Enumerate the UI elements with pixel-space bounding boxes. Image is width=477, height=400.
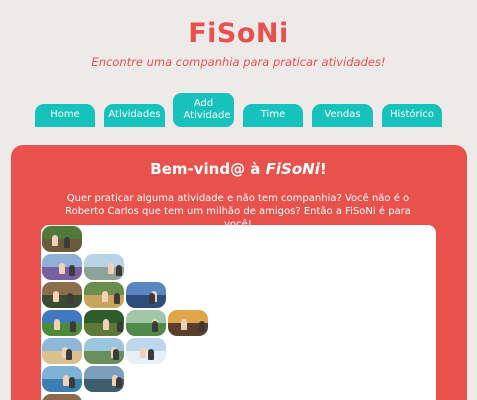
- tab-vendas-label: Vendas: [324, 109, 361, 121]
- photo-river-rafting[interactable]: [42, 394, 82, 400]
- photo-sunset-group[interactable]: [168, 310, 208, 336]
- tab-historico-label: Histórico: [389, 109, 435, 121]
- photo-runners[interactable]: [84, 254, 124, 280]
- welcome-brand: FiSoNi: [265, 160, 320, 178]
- site-logo[interactable]: FiSoNi: [0, 18, 477, 49]
- tab-atividades-label: Atividades: [108, 109, 161, 121]
- photo-team-field[interactable]: [84, 282, 124, 308]
- site-tagline: Encontre uma companhia para praticar ati…: [91, 55, 386, 69]
- photo-group-outdoors[interactable]: [42, 254, 82, 280]
- welcome-prefix: Bem-vind@ à: [150, 160, 266, 178]
- photo-hang-gliding[interactable]: [126, 282, 166, 308]
- tab-atividades[interactable]: Atividades: [104, 104, 165, 127]
- photo-friends-beach[interactable]: [84, 338, 124, 364]
- tab-historico[interactable]: Histórico: [382, 104, 442, 127]
- photo-beach-volley[interactable]: [42, 338, 82, 364]
- tab-time[interactable]: Time: [243, 104, 303, 127]
- tab-add-atividade-label: Add Atividade: [183, 97, 231, 122]
- photo-paragliding[interactable]: [42, 310, 82, 336]
- tab-home-label: Home: [50, 109, 80, 121]
- photo-lake-boats[interactable]: [84, 366, 124, 392]
- tab-vendas[interactable]: Vendas: [312, 104, 373, 127]
- tab-time-label: Time: [260, 109, 286, 121]
- photo-hiking-trail[interactable]: [42, 226, 82, 252]
- photo-soccer-players[interactable]: [126, 310, 166, 336]
- welcome-heading: Bem-vind@ à FiSoNi!: [0, 160, 477, 178]
- photo-mountain-bike[interactable]: [42, 282, 82, 308]
- tab-home[interactable]: Home: [35, 104, 95, 127]
- welcome-suffix: !: [319, 160, 327, 178]
- photo-gallery: [41, 225, 436, 400]
- photo-skiing[interactable]: [126, 338, 166, 364]
- photo-forest-climb[interactable]: [84, 310, 124, 336]
- photo-surfing[interactable]: [42, 366, 82, 392]
- tab-add-atividade[interactable]: Add Atividade: [173, 93, 234, 127]
